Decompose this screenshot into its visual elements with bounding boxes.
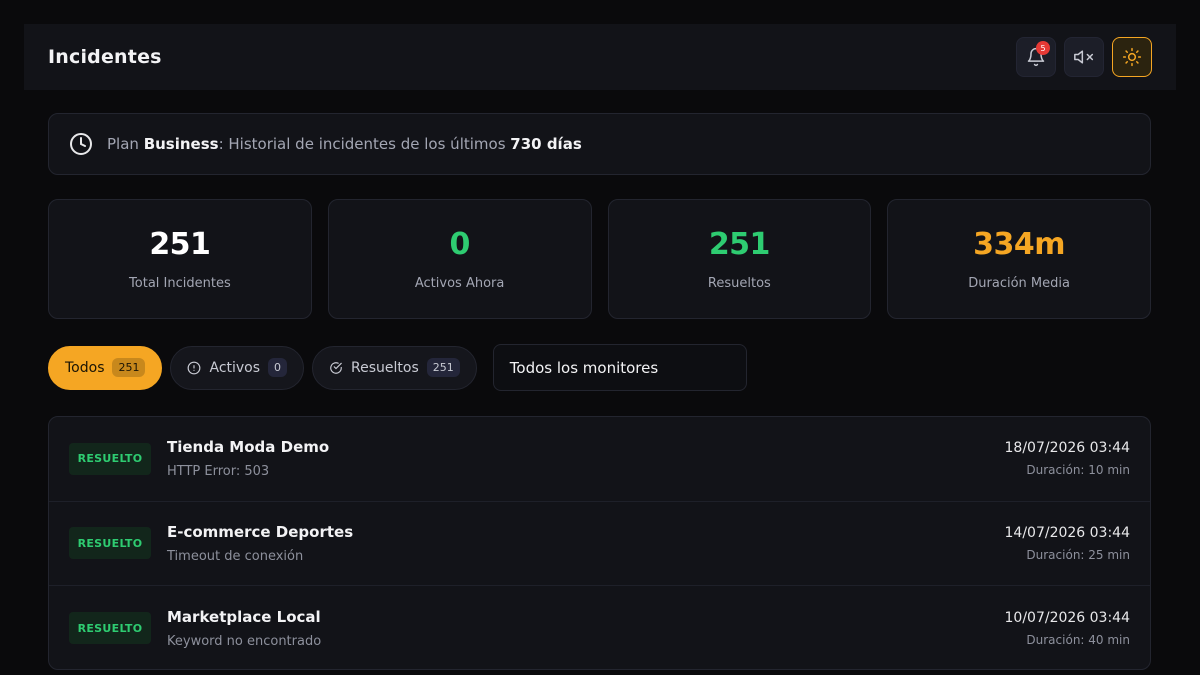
status-badge: RESUELTO: [69, 442, 151, 475]
filter-resolved-button[interactable]: Resueltos 251: [312, 345, 477, 390]
plan-prefix: Plan: [107, 135, 144, 153]
stat-card-total: 251 Total Incidentes: [48, 199, 312, 319]
alert-circle-icon: [188, 361, 201, 374]
stat-value: 251: [708, 227, 771, 262]
plan-days: 730 días: [510, 135, 582, 153]
sun-icon: [1122, 47, 1142, 67]
filter-active-button[interactable]: Activos 0: [170, 345, 305, 390]
stat-card-active: 0 Activos Ahora: [327, 199, 592, 319]
incident-title: E-commerce Deportes: [167, 522, 354, 541]
stat-label: Resueltos: [707, 276, 771, 291]
page-header: Incidentes 5: [24, 24, 1176, 90]
stat-label: Activos Ahora: [414, 276, 505, 291]
incident-info: Marketplace Local Keyword no encontrado: [167, 608, 321, 649]
filter-all-button[interactable]: Todos 251: [48, 345, 163, 390]
incident-date: 14/07/2026 03:44: [1004, 524, 1131, 541]
stat-value: 0: [449, 227, 470, 262]
plan-description: : Historial de incidentes de los últimos: [218, 135, 511, 153]
filter-label: Todos: [65, 359, 105, 376]
clock-icon: [70, 133, 92, 155]
status-badge: RESUELTO: [69, 612, 151, 645]
incident-meta: 18/07/2026 03:44 Duración: 10 min: [1005, 440, 1131, 477]
incident-detail: HTTP Error: 503: [167, 464, 270, 480]
plan-name: Business: [143, 135, 219, 153]
incident-meta: 14/07/2026 03:44 Duración: 25 min: [1005, 525, 1131, 562]
stats-row: 251 Total Incidentes 0 Activos Ahora 251…: [48, 199, 1151, 319]
incident-title: Marketplace Local: [167, 607, 321, 626]
incident-info: E-commerce Deportes Timeout de conexión: [167, 523, 353, 564]
incident-duration: Duración: 10 min: [1026, 463, 1130, 478]
header-actions: 5: [1016, 37, 1152, 77]
filter-count: 251: [426, 358, 460, 377]
monitor-select[interactable]: Todos los monitores: [492, 344, 747, 391]
status-badge: RESUELTO: [69, 527, 151, 560]
incident-title: Tienda Moda Demo: [167, 438, 330, 457]
page-title: Incidentes: [48, 46, 162, 68]
plan-banner: Plan Business: Historial de incidentes d…: [48, 113, 1151, 175]
incident-detail: Timeout de conexión: [167, 548, 304, 564]
stat-value: 251: [149, 227, 211, 262]
theme-toggle-button[interactable]: [1112, 37, 1152, 77]
filter-count: 251: [112, 358, 146, 377]
incident-duration: Duración: 40 min: [1026, 632, 1130, 647]
filter-count: 0: [268, 358, 288, 377]
incident-row[interactable]: RESUELTO Tienda Moda Demo HTTP Error: 50…: [49, 417, 1150, 502]
check-circle-icon: [330, 361, 342, 374]
stat-value: 334m: [973, 227, 1066, 262]
stat-label: Total Incidentes: [129, 276, 231, 291]
incident-date: 18/07/2026 03:44: [1004, 440, 1131, 457]
mute-icon: [1074, 50, 1094, 64]
notifications-button[interactable]: 5: [1016, 37, 1056, 77]
filter-bar: Todos 251 Activos 0 Resueltos 251 Todos …: [48, 344, 747, 391]
incident-row[interactable]: RESUELTO E-commerce Deportes Timeout de …: [49, 502, 1150, 587]
incident-info: Tienda Moda Demo HTTP Error: 503: [167, 438, 329, 479]
notification-badge: 5: [1036, 41, 1050, 55]
mute-button[interactable]: [1064, 37, 1104, 77]
filter-label: Resueltos: [351, 359, 419, 376]
incident-list: RESUELTO Tienda Moda Demo HTTP Error: 50…: [48, 416, 1151, 670]
incident-row[interactable]: RESUELTO Marketplace Local Keyword no en…: [49, 586, 1150, 669]
filter-label: Activos: [209, 359, 261, 376]
incident-meta: 10/07/2026 03:44 Duración: 40 min: [1005, 610, 1131, 647]
stat-card-avg-duration: 334m Duración Media: [887, 199, 1151, 319]
stat-label: Duración Media: [968, 276, 1070, 291]
incident-date: 10/07/2026 03:44: [1004, 609, 1131, 626]
stat-card-resolved: 251 Resueltos: [607, 199, 872, 319]
incident-duration: Duración: 25 min: [1026, 547, 1130, 562]
incident-detail: Keyword no encontrado: [167, 633, 322, 649]
plan-text: Plan Business: Historial de incidentes d…: [107, 135, 582, 153]
